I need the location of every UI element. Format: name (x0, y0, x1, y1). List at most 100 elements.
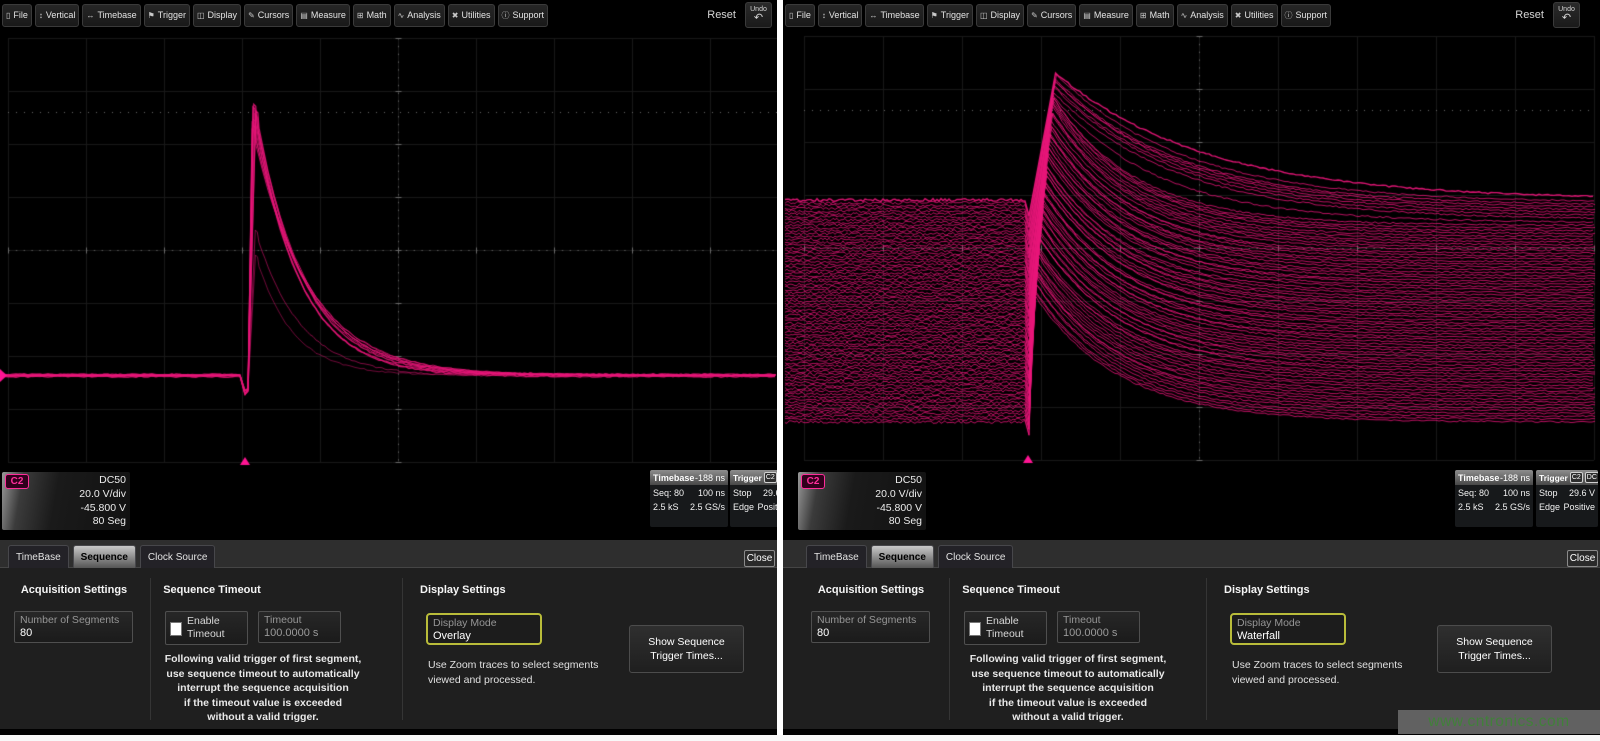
menu-bar: ▯File ↕Vertical ↔Timebase ⚑Trigger ◫Disp… (0, 0, 777, 30)
zoom-traces-note: Use Zoom traces to select segments viewe… (428, 658, 598, 688)
tab-timebase[interactable]: TimeBase (806, 545, 867, 568)
vertical-icon: ↕ (39, 11, 43, 20)
tab-sequence[interactable]: Sequence (871, 545, 934, 568)
menu-cursors[interactable]: ✎Cursors (1027, 4, 1076, 27)
file-icon: ▯ (6, 11, 10, 20)
menu-vertical[interactable]: ↕Vertical (35, 4, 80, 27)
display-icon: ◫ (197, 11, 205, 20)
measure-icon: ▤ (300, 11, 308, 20)
menu-file[interactable]: ▯File (2, 4, 32, 27)
close-button[interactable]: Close (1567, 550, 1598, 567)
channel-segments: 80 Seg (875, 515, 922, 529)
menu-bar: ▯File ↕Vertical ↔Timebase ⚑Trigger ◫Disp… (783, 0, 1600, 30)
menu-utilities[interactable]: ✖Utilities (448, 4, 495, 27)
reset-button[interactable]: Reset (707, 9, 742, 21)
menu-trigger[interactable]: ⚑Trigger (927, 4, 973, 27)
menu-timebase[interactable]: ↔Timebase (865, 4, 923, 27)
tab-timebase[interactable]: TimeBase (8, 545, 69, 568)
checkbox[interactable] (969, 622, 981, 636)
display-mode-select[interactable]: Display Mode Waterfall (1230, 613, 1346, 645)
zoom-traces-note: Use Zoom traces to select segments viewe… (1232, 658, 1402, 688)
menu-trigger[interactable]: ⚑Trigger (144, 4, 190, 27)
analysis-icon: ∿ (398, 11, 405, 20)
channel-badge: C2 (5, 474, 29, 489)
close-button[interactable]: Close (744, 550, 775, 567)
channel-offset: -45.800 V (875, 502, 922, 516)
menu-file[interactable]: ▯File (785, 4, 815, 27)
menu-support[interactable]: ⓘSupport (1281, 4, 1332, 27)
scope-panel-waterfall: ▯File ↕Vertical ↔Timebase ⚑Trigger ◫Disp… (783, 0, 1600, 741)
channel-offset: -45.800 V (79, 502, 126, 516)
timebase-icon: ↔ (86, 11, 94, 20)
undo-button[interactable]: Undo↶ (745, 2, 772, 28)
menu-measure[interactable]: ▤Measure (1079, 4, 1133, 27)
undo-icon: ↶ (754, 13, 763, 24)
trigger-icon: ⚑ (148, 11, 155, 20)
acquisition-settings-heading: Acquisition Settings (4, 584, 144, 596)
support-icon: ⓘ (502, 10, 510, 21)
section-divider (402, 578, 403, 720)
number-of-segments-field[interactable]: Number of Segments 80 (811, 611, 930, 643)
menu-support[interactable]: ⓘSupport (498, 4, 549, 27)
support-icon: ⓘ (1285, 10, 1293, 21)
tab-clock-source[interactable]: Clock Source (140, 545, 215, 568)
sequence-timeout-heading: Sequence Timeout (137, 584, 287, 596)
channel-descriptor[interactable]: C2 DC50 20.0 V/div -45.800 V 80 Seg (798, 472, 926, 530)
trigger-descriptor[interactable]: TriggerC2DC Stop29.6 V EdgePositive (1536, 470, 1598, 527)
watermark: www.cntronics.com (1398, 710, 1600, 734)
enable-timeout-checkbox[interactable]: EnableTimeout (165, 611, 248, 645)
display-icon: ◫ (980, 11, 988, 20)
sequence-dialog: TimeBase Sequence Clock Source Close Acq… (783, 540, 1600, 729)
vertical-icon: ↕ (822, 11, 826, 20)
enable-timeout-checkbox[interactable]: EnableTimeout (964, 611, 1047, 645)
taskbar (0, 735, 1600, 741)
timeout-field[interactable]: Timeout 100.0000 s (258, 611, 341, 643)
tab-clock-source[interactable]: Clock Source (938, 545, 1013, 568)
channel-scale: 20.0 V/div (79, 488, 126, 502)
checkbox[interactable] (170, 622, 182, 636)
sequence-timeout-description: Following valid trigger of first segment… (138, 652, 388, 725)
channel-coupling: DC50 (875, 474, 922, 488)
menu-math[interactable]: ⊞Math (353, 4, 391, 27)
menu-display[interactable]: ◫Display (976, 4, 1024, 27)
menu-vertical[interactable]: ↕Vertical (818, 4, 863, 27)
waveform-display-waterfall[interactable] (783, 30, 1600, 470)
analysis-icon: ∿ (1181, 11, 1188, 20)
menu-math[interactable]: ⊞Math (1136, 4, 1174, 27)
menu-cursors[interactable]: ✎Cursors (244, 4, 293, 27)
acquisition-settings-heading: Acquisition Settings (801, 584, 941, 596)
menu-analysis[interactable]: ∿Analysis (394, 4, 445, 27)
show-sequence-trigger-times-button[interactable]: Show Sequence Trigger Times... (1437, 625, 1552, 673)
sequence-timeout-heading: Sequence Timeout (936, 584, 1086, 596)
menu-analysis[interactable]: ∿Analysis (1177, 4, 1228, 27)
utilities-icon: ✖ (1235, 11, 1242, 20)
menu-measure[interactable]: ▤Measure (296, 4, 350, 27)
timebase-descriptor[interactable]: Timebase-188 ns Seq: 80100 ns 2.5 kS2.5 … (1455, 470, 1533, 527)
timeout-field[interactable]: Timeout 100.0000 s (1057, 611, 1140, 643)
menu-display[interactable]: ◫Display (193, 4, 241, 27)
math-icon: ⊞ (357, 11, 364, 20)
waveform-display-overlay[interactable] (0, 30, 777, 470)
timebase-descriptor[interactable]: Timebase-188 ns Seq: 80100 ns 2.5 kS2.5 … (650, 470, 728, 527)
scope-panel-overlay: ▯File ↕Vertical ↔Timebase ⚑Trigger ◫Disp… (0, 0, 777, 741)
panel-divider (777, 0, 783, 741)
undo-icon: ↶ (1562, 13, 1571, 24)
trigger-descriptor[interactable]: TriggerC2DC Stop29.6 V EdgePositive (730, 470, 777, 527)
channel-segments: 80 Seg (79, 515, 126, 529)
display-mode-select[interactable]: Display Mode Overlay (426, 613, 542, 645)
dialog-tabbar: TimeBase Sequence Clock Source Close (783, 540, 1600, 568)
dialog-tabbar: TimeBase Sequence Clock Source Close (0, 540, 777, 568)
show-sequence-trigger-times-button[interactable]: Show Sequence Trigger Times... (629, 625, 744, 673)
number-of-segments-field[interactable]: Number of Segments 80 (14, 611, 133, 643)
sequence-timeout-description: Following valid trigger of first segment… (943, 652, 1193, 725)
reset-button[interactable]: Reset (1515, 9, 1550, 21)
trigger-icon: ⚑ (931, 11, 938, 20)
file-icon: ▯ (789, 11, 793, 20)
timebase-icon: ↔ (869, 11, 877, 20)
menu-timebase[interactable]: ↔Timebase (82, 4, 140, 27)
channel-scale: 20.0 V/div (875, 488, 922, 502)
undo-button[interactable]: Undo↶ (1553, 2, 1580, 28)
tab-sequence[interactable]: Sequence (73, 545, 136, 568)
channel-descriptor[interactable]: C2 DC50 20.0 V/div -45.800 V 80 Seg (2, 472, 130, 530)
menu-utilities[interactable]: ✖Utilities (1231, 4, 1278, 27)
